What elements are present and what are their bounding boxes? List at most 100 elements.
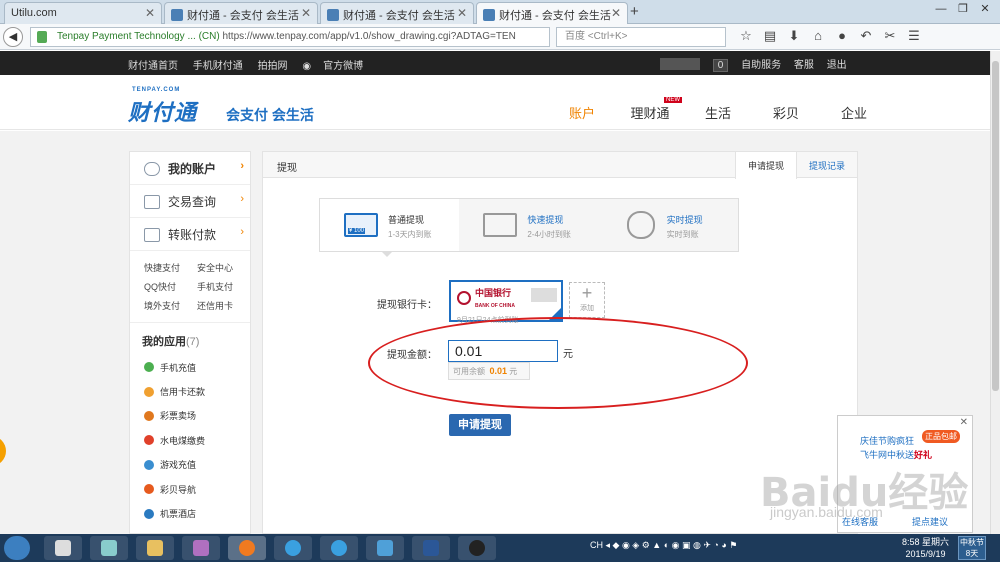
topbar-link[interactable]: 客服: [794, 60, 814, 71]
crop-icon[interactable]: ✂: [878, 28, 902, 44]
taskbar-ie[interactable]: [274, 536, 312, 560]
app-caibei-nav[interactable]: 彩贝导航: [130, 477, 250, 501]
search-input[interactable]: 百度 <Ctrl+K>: [556, 27, 726, 47]
back-icon[interactable]: ◀: [3, 27, 23, 47]
amount-unit: 元: [563, 349, 573, 360]
baidu-watermark-url: jingyan.baidu.com: [770, 504, 883, 520]
taskbar-qq[interactable]: [458, 536, 496, 560]
nav-item-enterprise[interactable]: 企业: [820, 103, 888, 134]
chevron-right-icon: ›: [240, 226, 244, 238]
selected-bank-card[interactable]: 中国银行 BANK OF CHINA 9月21日24点前到账: [449, 280, 563, 324]
new-tab-icon[interactable]: +: [630, 3, 639, 20]
minimize-icon[interactable]: —: [930, 0, 952, 18]
tenpay-logo[interactable]: TENPAY.COM 财付通: [128, 87, 197, 127]
sidebar: 我的账户 › 交易查询 › 转账付款 › 快捷支付 安全中心 QQ快付 手机支付 境外支付…: [129, 151, 251, 534]
close-tab-icon[interactable]: ✕: [145, 6, 155, 20]
app-label: 手机充值: [160, 362, 197, 373]
topbar-link[interactable]: 自助服务: [741, 60, 781, 71]
close-window-icon[interactable]: ✕: [974, 0, 996, 18]
close-icon[interactable]: ✕: [960, 417, 968, 428]
panel-header: 提现 申请提现 提现记录: [263, 152, 857, 179]
nav-item-licaitong[interactable]: 理财通 NEW: [616, 97, 684, 134]
taskbar-app-8[interactable]: [366, 536, 404, 560]
taskbar-app-1[interactable]: [44, 536, 82, 560]
message-count[interactable]: 0: [712, 59, 729, 72]
topbar-link[interactable]: 手机财付通: [193, 61, 243, 72]
taskbar-explorer[interactable]: [136, 536, 174, 560]
tab-withdraw-records[interactable]: 提现记录: [797, 152, 857, 178]
tab-apply-withdraw[interactable]: 申请提现: [734, 152, 797, 179]
close-tab-icon[interactable]: ✕: [301, 6, 311, 20]
taskbar-app-2[interactable]: [90, 536, 128, 560]
taskbar-ie-2[interactable]: [320, 536, 358, 560]
method-sub: 2-4小时到账: [527, 230, 571, 239]
quick-link[interactable]: 境外支付: [144, 297, 197, 316]
topbar-link[interactable]: 退出: [827, 60, 847, 71]
tab-tenpay-2[interactable]: 财付通 - 会支付 会生活 ✕: [320, 2, 474, 24]
ie-icon: [285, 540, 301, 556]
scroll-thumb[interactable]: [992, 61, 999, 391]
phone-icon: [144, 362, 154, 373]
nav-label: 彩贝: [772, 106, 799, 121]
nav-item-life[interactable]: 生活: [684, 103, 752, 134]
nav-item-caibei[interactable]: 彩贝: [752, 103, 820, 134]
nav-item-account[interactable]: 账户: [548, 103, 616, 134]
highlight-ellipse: [368, 317, 748, 409]
taskbar-app-4[interactable]: [182, 536, 220, 560]
sidebar-item-transfer[interactable]: 转账付款 ›: [130, 218, 250, 251]
popup-line2-highlight: 好礼: [914, 450, 933, 460]
taskbar-firefox[interactable]: [228, 536, 266, 560]
close-tab-icon[interactable]: ✕: [457, 6, 467, 20]
app-icon: [55, 540, 71, 556]
app-utilities[interactable]: 水电煤缴费: [130, 428, 250, 452]
quick-link[interactable]: 手机支付: [197, 278, 250, 297]
taskbar-word[interactable]: [412, 536, 450, 560]
topbar-link[interactable]: 财付通首页: [128, 61, 178, 72]
menu-icon[interactable]: ☰: [902, 28, 926, 44]
app-game-topup[interactable]: 游戏充值: [130, 453, 250, 477]
tab-title: 财付通 - 会支付 会生活: [343, 10, 455, 22]
submit-withdraw-button[interactable]: 申请提现: [449, 414, 511, 436]
sidebar-item-transactions[interactable]: 交易查询 ›: [130, 185, 250, 218]
add-card-button[interactable]: + 添加: [569, 282, 605, 318]
method-realtime[interactable]: 实时提现 实时到账: [599, 199, 738, 251]
quick-link[interactable]: QQ快付: [144, 278, 197, 297]
tab-utilu[interactable]: Utilu.com ✕: [4, 2, 162, 24]
app-mobile-topup[interactable]: 手机充值: [130, 355, 250, 379]
quick-link[interactable]: 快捷支付: [144, 259, 197, 278]
chat-icon[interactable]: ●: [830, 28, 854, 44]
address-bar[interactable]: Tenpay Payment Technology ... (CN) https…: [30, 27, 550, 47]
app-credit-card[interactable]: 信用卡还款: [130, 379, 250, 403]
quick-links: 快捷支付 安全中心 QQ快付 手机支付 境外支付 还信用卡: [130, 251, 250, 323]
app-lottery[interactable]: 彩票卖场: [130, 404, 250, 428]
lock-icon: [37, 31, 47, 43]
tab-tenpay-active[interactable]: 财付通 - 会支付 会生活 ✕: [476, 2, 628, 24]
card-icon: ¥ 100: [344, 213, 378, 237]
system-clock[interactable]: 8:58 星期六 2015/9/19: [902, 536, 949, 560]
start-button-icon[interactable]: [4, 536, 30, 560]
quick-link[interactable]: 安全中心: [197, 259, 250, 278]
input-language[interactable]: CH: [590, 540, 603, 550]
maximize-icon[interactable]: ❐: [952, 0, 974, 18]
tab-title: 财付通 - 会支付 会生活: [499, 10, 611, 22]
method-fast[interactable]: 快速提现 2-4小时到账: [459, 199, 598, 251]
festival-widget[interactable]: 中秋节 8天: [958, 536, 986, 560]
download-icon[interactable]: ⬇: [782, 28, 806, 44]
app-flights-hotels[interactable]: 机票酒店: [130, 501, 250, 525]
bookmark-star-icon[interactable]: ☆: [734, 28, 758, 44]
reading-list-icon[interactable]: ▤: [758, 28, 782, 44]
method-name: 实时提现: [666, 215, 703, 225]
amount-label: 提现金额：: [387, 350, 437, 361]
undo-icon[interactable]: ↶: [854, 28, 878, 44]
amount-input[interactable]: 0.01: [448, 340, 558, 362]
popup-line1: 庆佳节购疯狂: [860, 436, 915, 446]
quick-link[interactable]: 还信用卡: [197, 297, 250, 316]
topbar-link[interactable]: 拍拍网: [258, 61, 288, 72]
page-scrollbar[interactable]: [990, 51, 1000, 534]
tab-tenpay-1[interactable]: 财付通 - 会支付 会生活 ✕: [164, 2, 318, 24]
close-tab-icon[interactable]: ✕: [611, 6, 621, 20]
sidebar-item-my-account[interactable]: 我的账户 ›: [130, 152, 250, 185]
topbar-link[interactable]: 官方微博: [323, 61, 363, 72]
home-icon[interactable]: ⌂: [806, 28, 830, 44]
method-normal[interactable]: ¥ 100 普通提现 1-3天内到账: [320, 199, 460, 251]
